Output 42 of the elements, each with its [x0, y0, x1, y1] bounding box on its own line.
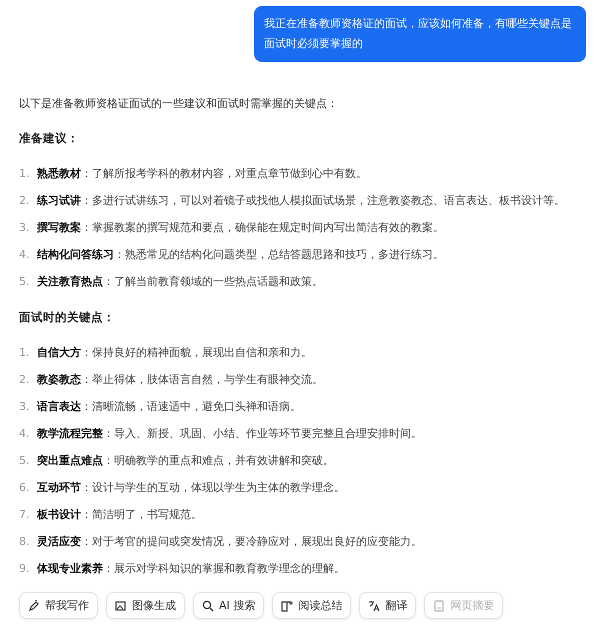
list-item-text: 教姿教态：举止得体，肢体语言自然，与学生有眼神交流。 [37, 372, 323, 388]
list-number: 6. [19, 480, 30, 496]
list-number: 8. [19, 534, 30, 550]
image-icon [115, 600, 127, 612]
list-number: 9. [19, 561, 30, 577]
intro-text: 以下是准备教师资格证面试的一些建议和面试时需掌握的关键点： [19, 96, 339, 112]
translate-icon [368, 600, 380, 612]
tool-button[interactable]: 阅读总结 [272, 592, 352, 619]
list-number: 3. [19, 399, 30, 415]
list-item-text: 练习试讲：多进行试讲练习，可以对着镜子或找他人模拟面试场景，注意教姿教态、语言表达、板书设计等。 [37, 193, 565, 209]
list-number: 7. [19, 507, 30, 523]
list-item-text: 板书设计：简洁明了，书写规范。 [37, 507, 202, 523]
list-number: 5. [19, 453, 30, 469]
section-heading: 准备建议： [19, 130, 80, 146]
list-item-text: 体现专业素养：展示对学科知识的掌握和教育教学理念的理解。 [37, 561, 345, 577]
list-number: 3. [19, 220, 30, 236]
list-number: 2. [19, 193, 30, 209]
tool-button[interactable]: 帮我写作 [19, 592, 98, 619]
list-number: 4. [19, 247, 30, 263]
list-item-text: 撰写教案：掌握教案的撰写规范和要点，确保能在规定时间内写出简洁有效的教案。 [37, 220, 444, 236]
tool-button[interactable]: AI 搜索 [193, 592, 264, 619]
list-item-text: 语言表达：清晰流畅，语速适中，避免口头禅和语病。 [37, 399, 301, 415]
list-number: 4. [19, 426, 30, 442]
list-item-text: 关注教育热点：了解当前教育领域的一些热点话题和政策。 [37, 274, 323, 290]
list-item-text: 结构化问答练习：熟悉常见的结构化问题类型，总结答题思路和技巧，多进行练习。 [37, 247, 444, 263]
list-number: 1. [19, 166, 30, 182]
list-number: 2. [19, 372, 30, 388]
section-heading: 面试时的关键点： [19, 309, 116, 325]
search-icon [202, 600, 214, 612]
tool-button[interactable]: 翻译 [359, 592, 416, 619]
list-item-text: 教学流程完整：导入、新授、巩固、小结、作业等环节要完整且合理安排时间。 [37, 426, 422, 442]
list-item-text: 互动环节：设计与学生的互动，体现以学生为主体的教学理念。 [37, 480, 345, 496]
pen-icon [28, 600, 40, 612]
list-number: 5. [19, 274, 30, 290]
tool-button[interactable]: 图像生成 [106, 592, 185, 619]
list-number: 1. [19, 345, 30, 361]
list-item-text: 灵活应变：对于考官的提问或突发情况，要冷静应对，展现出良好的应变能力。 [37, 534, 422, 550]
list-item-text: 熟悉教材：了解所报考学科的教材内容，对重点章节做到心中有数。 [37, 166, 367, 182]
document-icon [433, 600, 446, 612]
list-item-text: 自信大方：保持良好的精神面貌，展现出自信和亲和力。 [37, 345, 312, 361]
user-message-bubble: 我正在准备教师资格证的面试，应该如何准备，有哪些关键点是面试时必须要掌握的 [254, 6, 586, 62]
list-item-text: 突出重点难点：明确教学的重点和难点，并有效讲解和突破。 [37, 453, 334, 469]
